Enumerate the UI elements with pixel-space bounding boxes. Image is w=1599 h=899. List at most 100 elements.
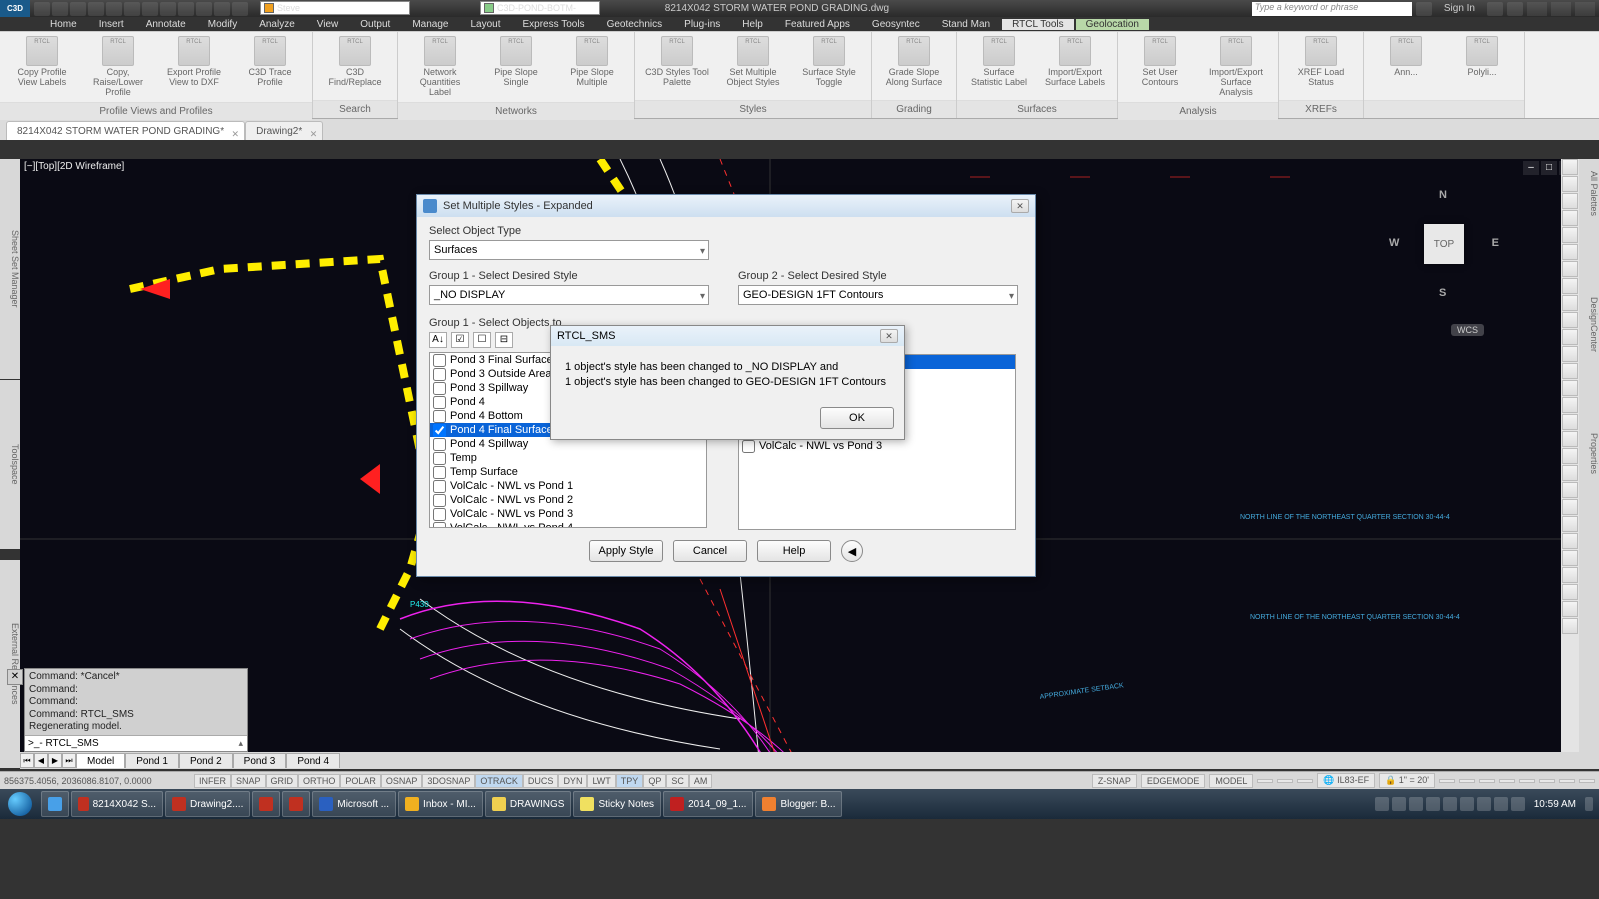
ribbon-c3d-find-replace[interactable]: C3D Find/Replace xyxy=(323,36,387,96)
ribbon-polyli-[interactable]: Polyli... xyxy=(1450,36,1514,96)
exchange-icon[interactable] xyxy=(1487,2,1503,16)
qat-undo-icon[interactable] xyxy=(124,2,140,16)
qat-btn-icon[interactable] xyxy=(232,2,248,16)
invert-button[interactable]: ⊟ xyxy=(495,332,513,348)
ribbon-network-quantities-label[interactable]: Network Quantities Label xyxy=(408,36,472,98)
list-checkbox[interactable] xyxy=(433,410,446,423)
tool-button[interactable] xyxy=(1562,193,1578,209)
wcs-badge[interactable]: WCS xyxy=(1451,324,1484,336)
tool-button[interactable] xyxy=(1562,363,1578,379)
qat-btn-icon[interactable] xyxy=(178,2,194,16)
network-icon[interactable] xyxy=(1511,797,1525,811)
list-item[interactable]: VolCalc - NWL vs Pond 4 xyxy=(430,521,706,528)
status-toggle-ducs[interactable]: DUCS xyxy=(523,774,559,788)
group2-style-combo[interactable]: GEO-DESIGN 1FT Contours xyxy=(738,285,1018,305)
minimize-button[interactable] xyxy=(1527,2,1547,16)
designcenter-label[interactable]: DesignCenter xyxy=(1579,217,1599,352)
ribbon-c3d-trace-profile[interactable]: C3D Trace Profile xyxy=(238,36,302,98)
collapse-button[interactable]: ◀ xyxy=(841,540,863,562)
menu-analyze[interactable]: Analyze xyxy=(249,19,305,30)
status-toggle-polar[interactable]: POLAR xyxy=(340,774,381,788)
taskbar-item[interactable]: 2014_09_1... xyxy=(663,791,753,817)
check-all-button[interactable]: ☑ xyxy=(451,332,469,348)
tool-button[interactable] xyxy=(1562,482,1578,498)
app-logo-icon[interactable]: C3D xyxy=(0,0,30,17)
list-checkbox[interactable] xyxy=(433,494,446,507)
status-toggle-snap[interactable]: SNAP xyxy=(231,774,266,788)
viewport-minimize-icon[interactable]: – xyxy=(1523,161,1539,175)
layout-tab-pond-4[interactable]: Pond 4 xyxy=(286,753,340,768)
menu-help[interactable]: Help xyxy=(732,19,773,30)
status-icon[interactable] xyxy=(1519,779,1535,783)
help-button[interactable]: Help xyxy=(757,540,831,562)
dialog-titlebar[interactable]: Set Multiple Styles - Expanded ✕ xyxy=(417,195,1035,217)
viewcube-face[interactable]: TOP xyxy=(1424,224,1464,264)
tool-button[interactable] xyxy=(1562,295,1578,311)
tray-icon[interactable] xyxy=(1392,797,1406,811)
list-checkbox[interactable] xyxy=(433,522,446,529)
qat-new-icon[interactable] xyxy=(34,2,50,16)
list-checkbox[interactable] xyxy=(433,382,446,395)
taskbar-item[interactable]: Inbox - MI... xyxy=(398,791,483,817)
taskbar-item[interactable]: Drawing2.... xyxy=(165,791,250,817)
list-item[interactable]: VolCalc - NWL vs Pond 1 xyxy=(430,479,706,493)
tool-button[interactable] xyxy=(1562,380,1578,396)
status-scale[interactable]: 🔒 1" = 20' xyxy=(1379,773,1435,788)
status-icon[interactable] xyxy=(1499,779,1515,783)
list-checkbox[interactable] xyxy=(433,424,446,437)
external-references-panel[interactable]: External References xyxy=(0,560,20,768)
ribbon-grade-slope-along-surface[interactable]: Grade Slope Along Surface xyxy=(882,36,946,96)
ribbon-surface-style-toggle[interactable]: Surface Style Toggle xyxy=(797,36,861,96)
ribbon-copy-raise-lower-profile[interactable]: Copy, Raise/Lower Profile xyxy=(86,36,150,98)
taskbar-item[interactable] xyxy=(252,791,280,817)
status-toggle-sc[interactable]: SC xyxy=(666,774,689,788)
search-icon[interactable] xyxy=(1416,2,1432,16)
taskbar-item[interactable]: Blogger: B... xyxy=(755,791,842,817)
qat-redo-icon[interactable] xyxy=(142,2,158,16)
viewcube[interactable]: N S E W TOP xyxy=(1389,189,1499,299)
cancel-button[interactable]: Cancel xyxy=(673,540,747,562)
menu-geosyntec[interactable]: Geosyntec xyxy=(862,19,930,30)
status-icon[interactable] xyxy=(1277,779,1293,783)
status-z-snap[interactable]: Z-SNAP xyxy=(1092,774,1137,788)
tool-button[interactable] xyxy=(1562,159,1578,175)
list-checkbox[interactable] xyxy=(433,354,446,367)
menu-home[interactable]: Home xyxy=(40,19,87,30)
start-button[interactable] xyxy=(0,789,40,819)
menu-output[interactable]: Output xyxy=(350,19,400,30)
status-icon[interactable] xyxy=(1479,779,1495,783)
tool-button[interactable] xyxy=(1562,601,1578,617)
tool-button[interactable] xyxy=(1562,312,1578,328)
tool-button[interactable] xyxy=(1562,499,1578,515)
tool-button[interactable] xyxy=(1562,516,1578,532)
list-checkbox[interactable] xyxy=(433,466,446,479)
maximize-button[interactable] xyxy=(1551,2,1571,16)
show-desktop-button[interactable] xyxy=(1585,797,1593,811)
qat-open-icon[interactable] xyxy=(52,2,68,16)
tool-button[interactable] xyxy=(1562,550,1578,566)
layout-next-button[interactable]: ▶ xyxy=(48,753,62,768)
status-toggle-otrack[interactable]: OTRACK xyxy=(475,774,523,788)
doctab[interactable]: Drawing2*✕ xyxy=(245,121,323,140)
menu-annotate[interactable]: Annotate xyxy=(136,19,196,30)
command-input[interactable]: >_- RTCL_SMS ▴ xyxy=(25,735,247,751)
ribbon-pipe-slope-multiple[interactable]: Pipe Slope Multiple xyxy=(560,36,624,98)
taskbar-item[interactable]: DRAWINGS xyxy=(485,791,572,817)
menu-express-tools[interactable]: Express Tools xyxy=(512,19,594,30)
dialog-close-button[interactable]: ✕ xyxy=(1011,199,1029,213)
tool-button[interactable] xyxy=(1562,533,1578,549)
tool-button[interactable] xyxy=(1562,176,1578,192)
layout-tab-pond-2[interactable]: Pond 2 xyxy=(179,753,233,768)
command-window-close-icon[interactable]: ✕ xyxy=(7,669,23,685)
menu-rtcl-tools[interactable]: RTCL Tools xyxy=(1002,19,1074,30)
ribbon-set-user-contours[interactable]: Set User Contours xyxy=(1128,36,1192,98)
tool-button[interactable] xyxy=(1562,567,1578,583)
help-search-input[interactable]: Type a keyword or phrase xyxy=(1252,2,1412,16)
command-window[interactable]: ✕ Command: *Cancel*Command:Command:Comma… xyxy=(24,668,248,752)
layer-combo[interactable]: C3D-POND-BOTM- xyxy=(480,1,600,15)
clock[interactable]: 10:59 AM xyxy=(1528,799,1582,810)
tool-button[interactable] xyxy=(1562,448,1578,464)
ribbon-export-profile-view-to-dxf[interactable]: Export Profile View to DXF xyxy=(162,36,226,98)
tray-icon[interactable] xyxy=(1375,797,1389,811)
qat-plot-icon[interactable] xyxy=(106,2,122,16)
